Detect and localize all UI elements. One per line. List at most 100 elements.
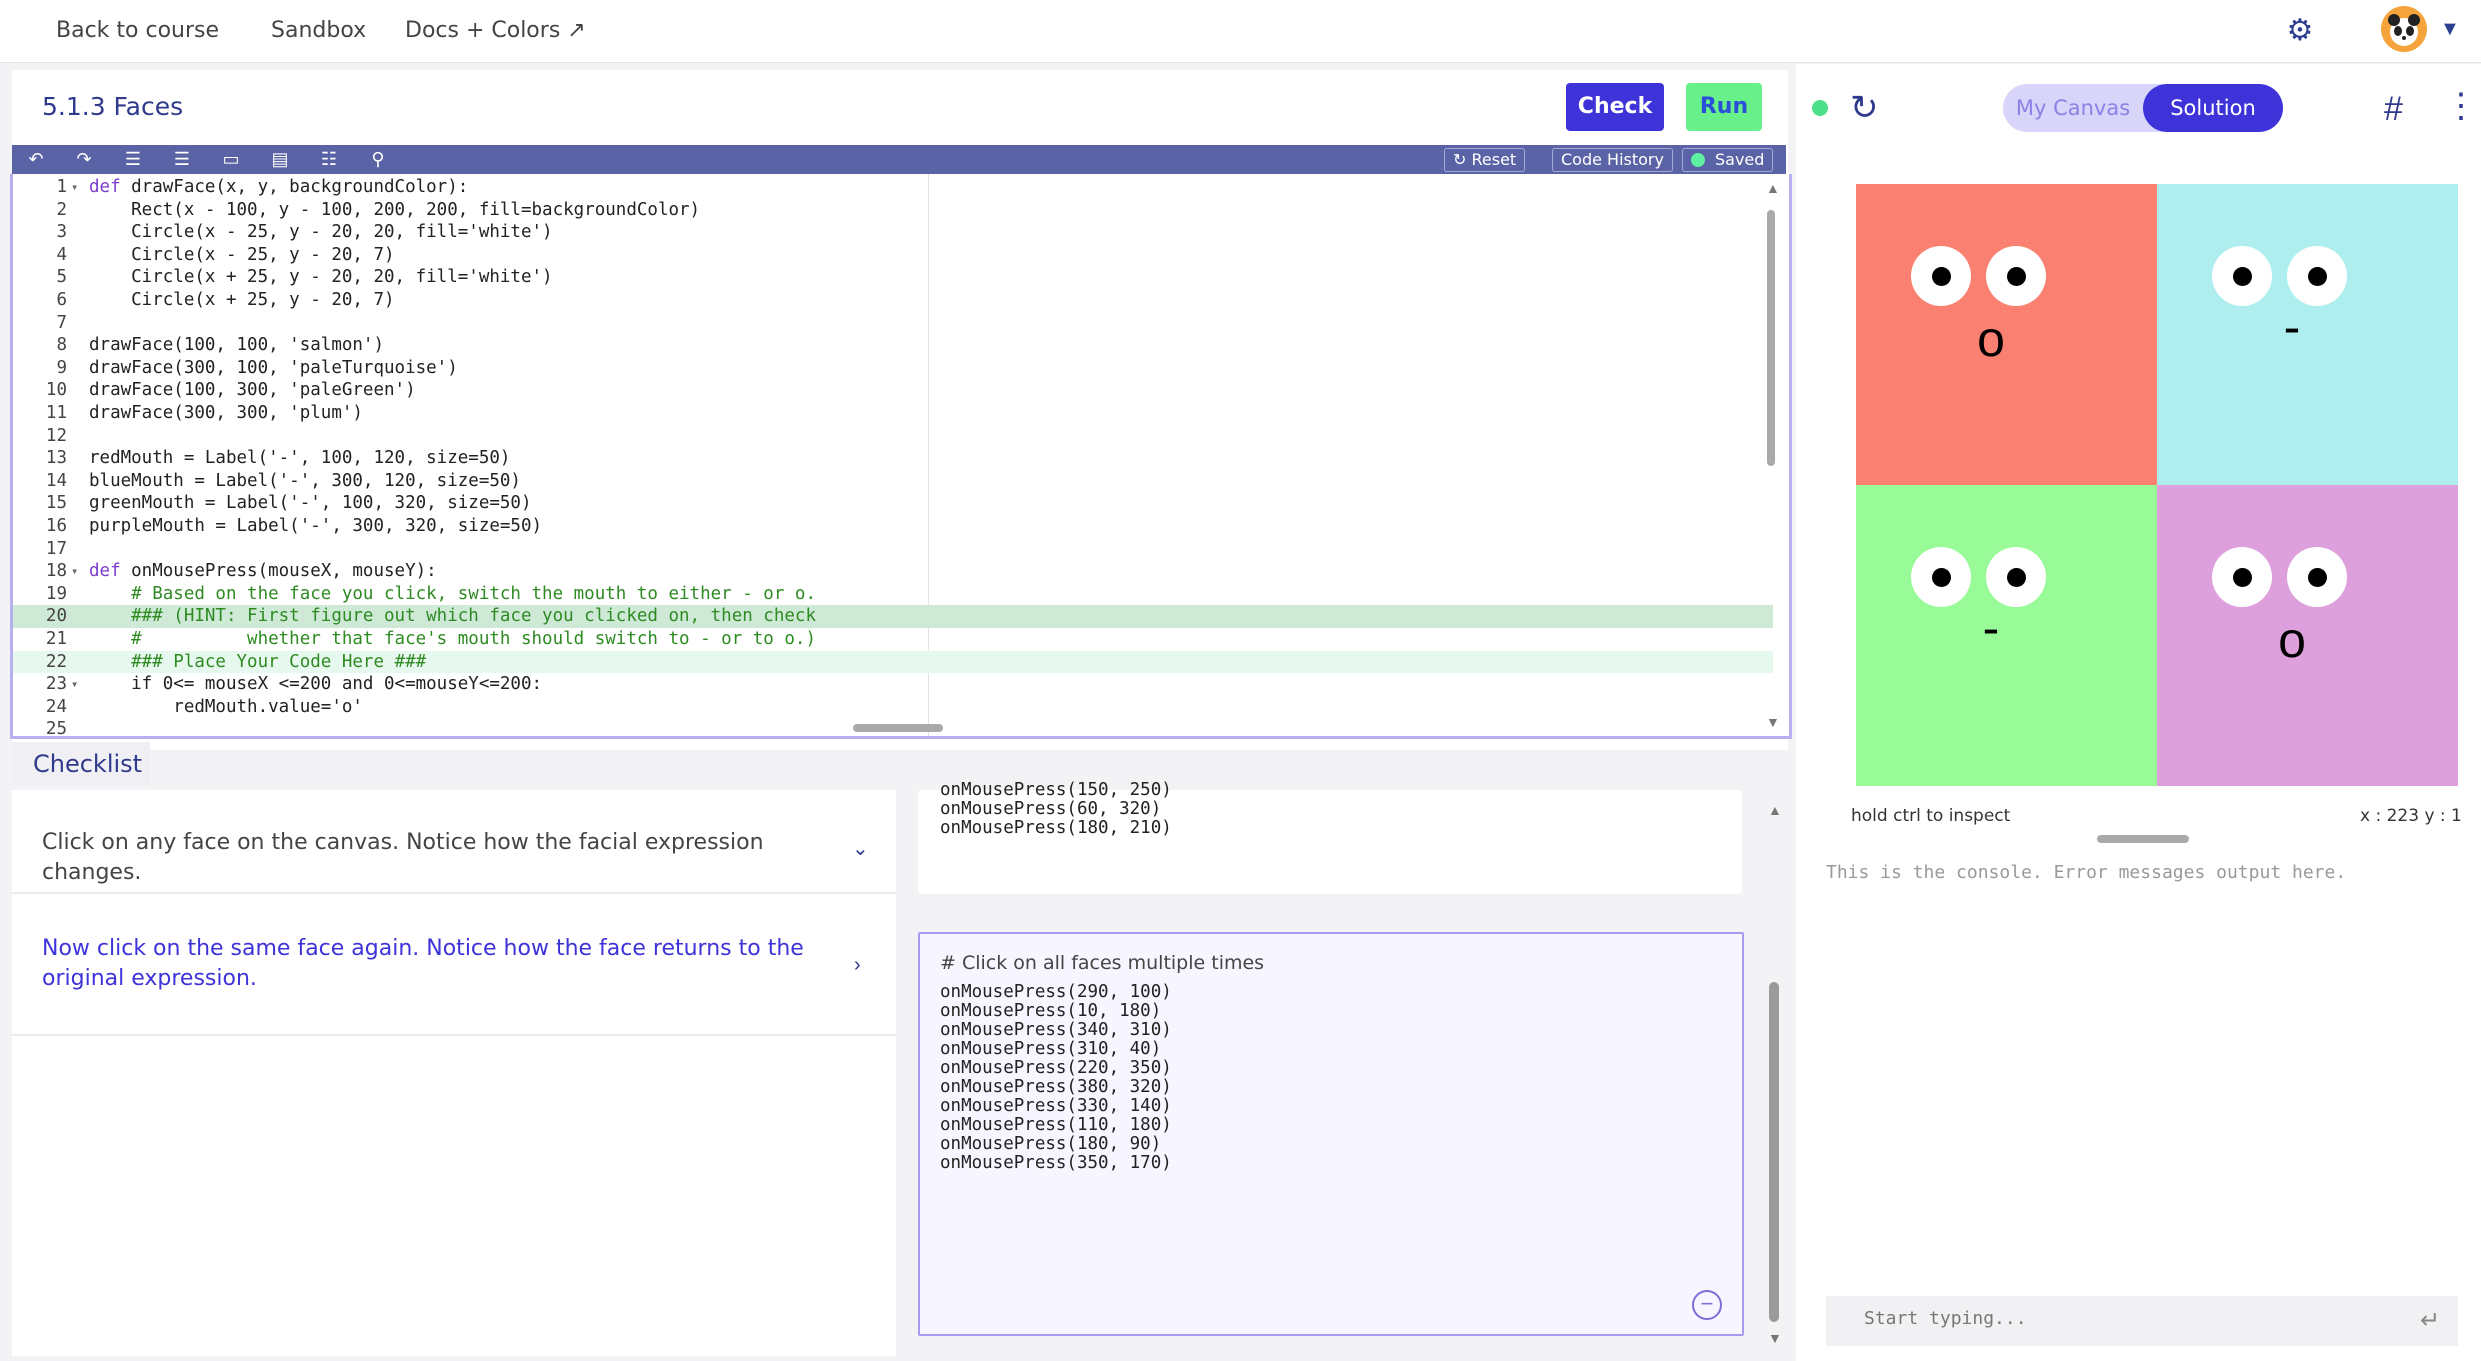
code-text-content: Circle(x - 25, y - 20, 20, fill='white') bbox=[89, 222, 553, 243]
test-case-line: onMousePress(60, 320) bbox=[940, 799, 1162, 819]
undo-icon[interactable]: ↶ bbox=[22, 145, 50, 174]
outdent-icon[interactable]: ☰ bbox=[168, 145, 196, 174]
chevron-down-icon[interactable]: ⌄ bbox=[852, 836, 869, 861]
code-text: greenMouth = Label('-', 100, 320, size=5… bbox=[89, 492, 532, 515]
line-number: 15 bbox=[45, 493, 67, 514]
drawing-canvas[interactable]: o - - o bbox=[1856, 184, 2458, 786]
redo-icon[interactable]: ↷ bbox=[70, 145, 98, 174]
code-line[interactable]: 8 drawFace(100, 100, 'salmon') bbox=[13, 334, 1773, 357]
check-button[interactable]: Check bbox=[1566, 83, 1664, 131]
tab-my-canvas[interactable]: My Canvas bbox=[2003, 84, 2143, 132]
code-line[interactable]: 15 greenMouth = Label('-', 100, 320, size… bbox=[13, 492, 1773, 515]
tab-solution[interactable]: Solution bbox=[2143, 84, 2283, 132]
enter-icon[interactable]: ↵ bbox=[2420, 1306, 2440, 1335]
run-button[interactable]: Run bbox=[1686, 83, 1762, 131]
code-line[interactable]: 17 bbox=[13, 538, 1773, 561]
code-line[interactable]: 9 drawFace(300, 100, 'paleTurquoise') bbox=[13, 357, 1773, 380]
code-text-content: redMouth.value='o' bbox=[89, 696, 363, 717]
avatar[interactable] bbox=[2381, 6, 2427, 52]
page-title: 5.1.3 Faces bbox=[42, 92, 184, 121]
fold-icon[interactable]: ▾ bbox=[71, 673, 78, 696]
fold-icon[interactable]: ☷ bbox=[315, 145, 343, 174]
reset-button[interactable]: ↻ Reset bbox=[1444, 148, 1526, 172]
code-line[interactable]: 2 Rect(x - 100, y - 100, 200, 200, fill=… bbox=[13, 199, 1773, 222]
scroll-down-icon[interactable]: ▼ bbox=[1766, 714, 1780, 730]
scroll-up-icon[interactable]: ▲ bbox=[1768, 802, 1782, 818]
checklist-item[interactable]: Click on any face on the canvas. Notice … bbox=[12, 800, 896, 894]
gear-icon[interactable]: ⚙ bbox=[2285, 16, 2315, 46]
face-eye bbox=[1911, 547, 1971, 607]
code-line[interactable]: 24 redMouth.value='o' bbox=[13, 696, 1773, 719]
code-line[interactable]: 18 ▾ def onMousePress(mouseX, mouseY): bbox=[13, 560, 1773, 583]
checklist-title[interactable]: Checklist bbox=[33, 750, 142, 778]
code-line[interactable]: 1 ▾ def drawFace(x, y, backgroundColor): bbox=[13, 176, 1773, 199]
code-line[interactable]: 21 # whether that face's mouth should sw… bbox=[13, 628, 1773, 651]
face-quadrant[interactable]: o bbox=[2157, 485, 2458, 786]
line-number: 17 bbox=[45, 538, 67, 559]
code-line[interactable]: 5 Circle(x + 25, y - 20, 20, fill='white… bbox=[13, 266, 1773, 289]
face-eye bbox=[1986, 246, 2046, 306]
code-text-content: drawFace(100, 100, 'salmon') bbox=[89, 335, 385, 356]
test-case-line: onMousePress(290, 100) bbox=[940, 982, 1172, 1002]
grid-icon[interactable]: # bbox=[2384, 90, 2403, 129]
code-line[interactable]: 10 drawFace(100, 300, 'paleGreen') bbox=[13, 379, 1773, 402]
code-line[interactable]: 7 bbox=[13, 312, 1773, 335]
code-history-button[interactable]: Code History bbox=[1552, 148, 1673, 172]
code-text: Circle(x + 25, y - 20, 20, fill='white') bbox=[89, 266, 552, 289]
face-quadrant[interactable]: o bbox=[1856, 184, 2157, 485]
code-line[interactable]: 6 Circle(x + 25, y - 20, 7) bbox=[13, 289, 1773, 312]
code-line[interactable]: 14 blueMouth = Label('-', 300, 120, size=… bbox=[13, 470, 1773, 493]
code-line[interactable]: 4 Circle(x - 25, y - 20, 7) bbox=[13, 244, 1773, 267]
code-line[interactable]: 19 # Based on the face you click, switch… bbox=[13, 583, 1773, 606]
test-scrollbar[interactable] bbox=[1769, 982, 1779, 1322]
code-line[interactable]: 3 Circle(x - 25, y - 20, 20, fill='white… bbox=[13, 221, 1773, 244]
face-quadrant[interactable]: - bbox=[1856, 485, 2157, 786]
test-case-line: onMousePress(150, 250) bbox=[940, 780, 1172, 800]
more-icon[interactable]: ⋮ bbox=[2444, 86, 2478, 126]
chevron-down-icon[interactable]: ▼ bbox=[2440, 18, 2460, 41]
resize-handle[interactable] bbox=[2097, 835, 2189, 843]
sandbox-link[interactable]: Sandbox bbox=[271, 18, 366, 43]
face-quadrant[interactable]: - bbox=[2157, 184, 2458, 485]
format-icon[interactable]: ▤ bbox=[266, 145, 294, 174]
code-text-content: drawFace(100, 300, 'paleGreen') bbox=[89, 380, 416, 401]
code-editor[interactable]: 1 ▾ def drawFace(x, y, backgroundColor): 2 … bbox=[10, 174, 1792, 739]
search-icon[interactable]: ⚲ bbox=[364, 145, 392, 174]
line-number: 23 bbox=[45, 674, 67, 695]
code-line[interactable]: 23 ▾ if 0<= mouseX <=200 and 0<=mouseY<=2… bbox=[13, 673, 1773, 696]
editor-scrollbar[interactable] bbox=[1767, 210, 1775, 466]
line-number: 19 bbox=[45, 583, 67, 604]
code-line[interactable]: 12 bbox=[13, 425, 1773, 448]
face-mouth: o bbox=[1977, 311, 2005, 367]
code-line[interactable]: 13 redMouth = Label('-', 100, 120, size=5… bbox=[13, 447, 1773, 470]
code-line[interactable]: 20 ### (HINT: First figure out which fac… bbox=[13, 605, 1773, 628]
checklist-item[interactable]: Now click on the same face again. Notice… bbox=[12, 894, 896, 1036]
indent-icon[interactable]: ☰ bbox=[119, 145, 147, 174]
face-pupil bbox=[2007, 267, 2026, 286]
reload-icon[interactable]: ↻ bbox=[1850, 88, 1879, 128]
back-to-course-link[interactable]: Back to course bbox=[56, 18, 219, 43]
editor-hscrollbar[interactable] bbox=[853, 724, 943, 732]
status-dot-icon bbox=[1812, 100, 1828, 116]
code-text-content: ### (HINT: First figure out which face y… bbox=[89, 606, 816, 627]
docs-colors-link[interactable]: Docs + Colors ↗ bbox=[405, 18, 586, 43]
checklist-item-text: Now click on the same face again. Notice… bbox=[42, 936, 804, 991]
fold-icon[interactable]: ▾ bbox=[71, 176, 78, 199]
face-eye bbox=[1911, 246, 1971, 306]
code-line[interactable]: 22 ### Place Your Code Here ### bbox=[13, 650, 1773, 674]
collapse-icon[interactable]: − bbox=[1692, 1290, 1722, 1320]
comment-icon[interactable]: ▭ bbox=[217, 145, 245, 174]
test-case-line: onMousePress(310, 40) bbox=[940, 1039, 1162, 1059]
scroll-up-icon[interactable]: ▲ bbox=[1766, 180, 1780, 196]
code-line[interactable]: 11 drawFace(300, 300, 'plum') bbox=[13, 402, 1773, 425]
scroll-down-icon[interactable]: ▼ bbox=[1768, 1330, 1782, 1346]
code-text-content: blueMouth = Label('-', 300, 120, size=50… bbox=[89, 470, 521, 491]
code-line[interactable]: 16 purpleMouth = Label('-', 300, 320, siz… bbox=[13, 515, 1773, 538]
fold-icon[interactable]: ▾ bbox=[71, 560, 78, 583]
code-text: redMouth = Label('-', 100, 120, size=50) bbox=[89, 447, 510, 470]
line-number: 7 bbox=[56, 312, 67, 333]
code-text: drawFace(100, 300, 'paleGreen') bbox=[89, 379, 416, 402]
test-comment: # Click on all faces multiple times bbox=[940, 952, 1265, 974]
line-number: 12 bbox=[45, 425, 67, 446]
chevron-right-icon[interactable]: › bbox=[854, 954, 861, 977]
